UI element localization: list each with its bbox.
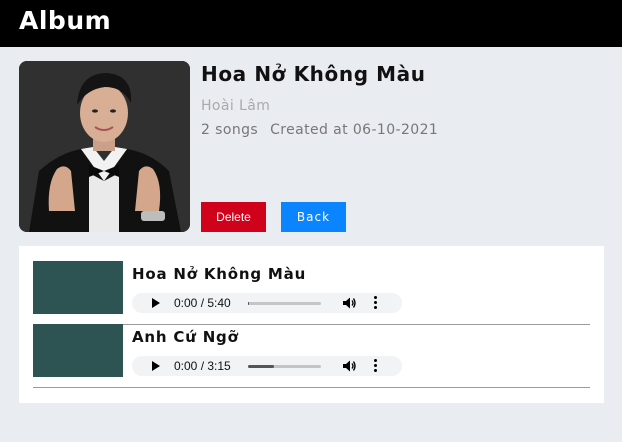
- play-icon[interactable]: [152, 361, 160, 371]
- page-title: Album: [19, 6, 112, 35]
- song-thumbnail: [33, 324, 123, 377]
- artist-photo-icon: [19, 61, 190, 232]
- audio-time: 0:00 / 5:40: [174, 296, 231, 310]
- album-meta: 2 songs Created at 06-10-2021: [201, 120, 438, 140]
- song-list: Hoa Nở Không Màu 0:00 / 5:40 Anh Cứ Ngỡ …: [19, 246, 604, 403]
- audio-player[interactable]: 0:00 / 3:15: [132, 356, 402, 376]
- volume-icon[interactable]: [342, 296, 356, 310]
- album-artist[interactable]: Hoài Lâm: [201, 96, 270, 116]
- progress-bar[interactable]: [248, 365, 321, 368]
- app-header: Album: [0, 0, 622, 47]
- song-title: Hoa Nở Không Màu: [132, 265, 307, 283]
- album-cover: [19, 61, 190, 232]
- play-icon[interactable]: [152, 298, 160, 308]
- song-count: 2 songs: [201, 122, 259, 138]
- song-thumbnail: [33, 261, 123, 314]
- progress-fill: [248, 302, 250, 305]
- back-button[interactable]: Back: [281, 202, 346, 232]
- progress-fill: [248, 365, 274, 368]
- audio-player[interactable]: 0:00 / 5:40: [132, 293, 402, 313]
- song-title: Anh Cứ Ngỡ: [132, 328, 239, 346]
- delete-button[interactable]: Delete: [201, 202, 266, 232]
- volume-icon[interactable]: [342, 359, 356, 373]
- album-title: Hoa Nở Không Màu: [201, 62, 426, 86]
- created-date: Created at 06-10-2021: [270, 122, 439, 138]
- song-row: Anh Cứ Ngỡ 0:00 / 3:15: [33, 324, 590, 388]
- more-options-icon[interactable]: [374, 296, 378, 310]
- song-row: Hoa Nở Không Màu 0:00 / 5:40: [33, 261, 590, 325]
- audio-time: 0:00 / 3:15: [174, 359, 231, 373]
- more-options-icon[interactable]: [374, 359, 378, 373]
- progress-bar[interactable]: [248, 302, 321, 305]
